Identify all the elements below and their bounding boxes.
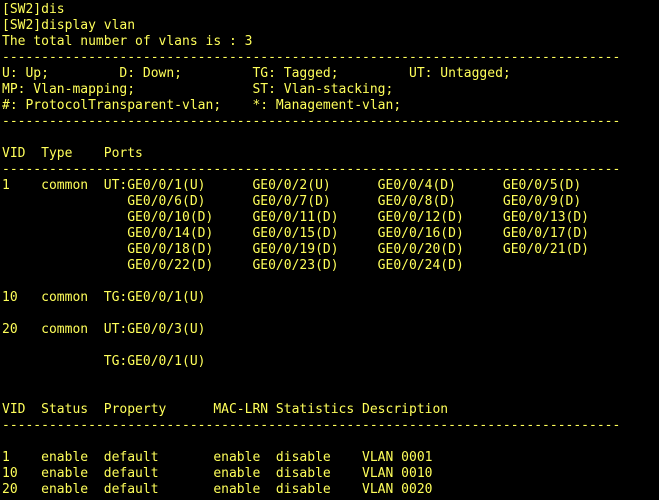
vlan-total-count: The total number of vlans is : 3 xyxy=(2,34,253,49)
terminal-window[interactable]: [SW2]dis [SW2]display vlan The total num… xyxy=(0,0,659,500)
separator-line: ----------------------------------------… xyxy=(2,114,621,129)
ports-table-header: VID Type Ports xyxy=(2,146,143,161)
vlan-20-ports-row: TG:GE0/0/1(U) xyxy=(2,354,206,369)
vlan-10-status-row: 10 enable default enable disable VLAN 00… xyxy=(2,466,433,481)
vlan-20-ports-row: 20 common UT:GE0/0/3(U) xyxy=(2,322,206,337)
vlan-1-ports-row: GE0/0/14(D) GE0/0/15(D) GE0/0/16(D) GE0/… xyxy=(2,226,589,241)
vlan-1-status-row: 1 enable default enable disable VLAN 000… xyxy=(2,450,433,465)
legend-line: U: Up; D: Down; TG: Tagged; UT: Untagged… xyxy=(2,66,511,81)
separator-line: ----------------------------------------… xyxy=(2,418,621,433)
vlan-1-ports-row: GE0/0/10(D) GE0/0/11(D) GE0/0/12(D) GE0/… xyxy=(2,210,589,225)
separator-line: ----------------------------------------… xyxy=(2,50,621,65)
status-table-header: VID Status Property MAC-LRN Statistics D… xyxy=(2,402,449,417)
vlan-10-ports-row: 10 common TG:GE0/0/1(U) xyxy=(2,290,206,305)
vlan-1-ports-row: GE0/0/6(D) GE0/0/7(D) GE0/0/8(D) GE0/0/9… xyxy=(2,194,582,209)
command-line-display-vlan: [SW2]display vlan xyxy=(2,18,136,33)
vlan-1-ports-row: GE0/0/18(D) GE0/0/19(D) GE0/0/20(D) GE0/… xyxy=(2,242,589,257)
legend-line: #: ProtocolTransparent-vlan; *: Manageme… xyxy=(2,98,402,113)
vlan-20-status-row: 20 enable default enable disable VLAN 00… xyxy=(2,482,433,497)
legend-line: MP: Vlan-mapping; ST: Vlan-stacking; xyxy=(2,82,394,97)
command-line-dis: [SW2]dis xyxy=(2,2,65,17)
vlan-1-ports-row: 1 common UT:GE0/0/1(U) GE0/0/2(U) GE0/0/… xyxy=(2,178,582,193)
vlan-1-ports-row: GE0/0/22(D) GE0/0/23(D) GE0/0/24(D) xyxy=(2,258,464,273)
separator-line: ----------------------------------------… xyxy=(2,162,621,177)
